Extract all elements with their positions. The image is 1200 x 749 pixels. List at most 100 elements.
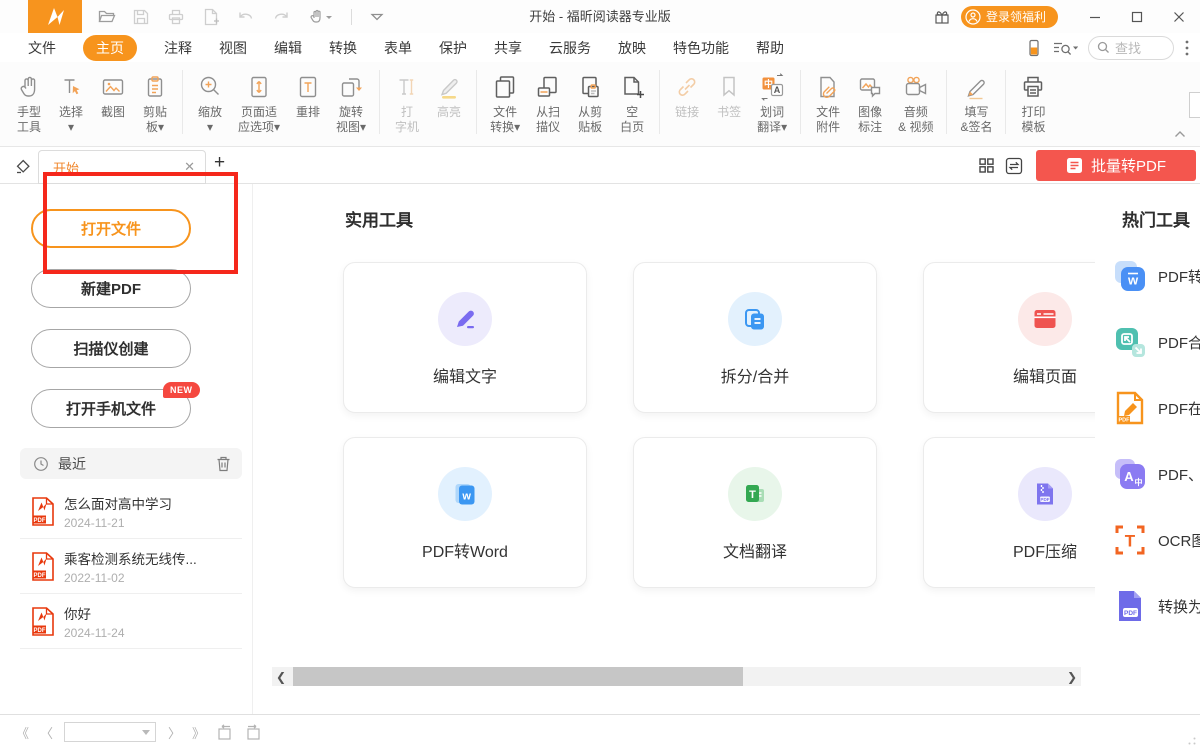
next-page-icon[interactable]: 〉	[168, 723, 180, 742]
batch-convert-pdf-button[interactable]: 批量转PDF	[1036, 150, 1196, 181]
advanced-search-icon[interactable]	[1052, 40, 1078, 56]
blank-page-icon	[618, 72, 646, 102]
ribbon-link[interactable]: 链接	[666, 62, 708, 120]
tab-close-icon[interactable]: ✕	[184, 159, 195, 175]
close-button[interactable]	[1158, 0, 1200, 33]
hot-tool-convert-to-pdf[interactable]: PDF 转换为	[1112, 588, 1200, 624]
menu-file[interactable]: 文件	[28, 38, 56, 58]
minimize-button[interactable]	[1074, 0, 1116, 33]
redo-icon[interactable]	[271, 7, 291, 27]
ribbon-convert-file[interactable]: 文件 转换▾	[483, 62, 527, 135]
first-page-icon[interactable]: 《	[16, 723, 28, 742]
new-document-icon[interactable]	[201, 7, 221, 27]
tab-start[interactable]: 开始 ✕	[38, 150, 206, 184]
menu-features[interactable]: 特色功能	[673, 38, 729, 58]
ribbon-hand-tool[interactable]: 手型 工具	[8, 62, 50, 135]
save-icon[interactable]	[131, 7, 151, 27]
hot-tool-pdf-merge[interactable]: PDF合	[1112, 324, 1200, 360]
menu-presentation[interactable]: 放映	[618, 38, 646, 58]
menu-view[interactable]: 视图	[219, 38, 247, 58]
next-view-icon[interactable]	[245, 724, 262, 741]
last-page-icon[interactable]: 》	[192, 723, 204, 742]
mobile-phone-icon[interactable]	[1026, 39, 1042, 57]
ribbon-print-template[interactable]: 打印 模板	[1012, 62, 1054, 135]
ribbon-fill-sign[interactable]: 填写 &签名	[953, 62, 999, 135]
login-button[interactable]: 登录领福利	[961, 6, 1058, 28]
scroll-right-icon[interactable]: ❯	[1063, 670, 1081, 684]
svg-text:A: A	[774, 85, 781, 95]
scanner-create-button[interactable]: 扫描仪创建	[31, 329, 191, 368]
hidden-panel-handle[interactable]	[1189, 92, 1200, 118]
new-tab-icon[interactable]: +	[214, 152, 225, 174]
gift-icon[interactable]	[929, 6, 955, 28]
customize-toolbar-icon[interactable]	[367, 7, 387, 27]
ribbon-clipboard[interactable]: 剪贴 板▾	[134, 62, 176, 135]
create-pdf-button[interactable]: 新建PDF	[31, 269, 191, 308]
page-number-combobox[interactable]	[64, 722, 156, 742]
hot-tool-pdf-to-word[interactable]: w PDF转	[1112, 258, 1200, 294]
snapshot-icon	[99, 72, 127, 102]
ribbon-audio-video[interactable]: 音频 & 视频	[891, 62, 940, 135]
scroll-left-icon[interactable]: ❮	[272, 670, 290, 684]
menu-edit[interactable]: 编辑	[274, 38, 302, 58]
recent-file-row[interactable]: PDF 怎么面对高中学习 2024-11-21	[0, 484, 253, 539]
search-input[interactable]: 查找	[1088, 36, 1174, 60]
hot-tool-pdf-translate[interactable]: A中 PDF、	[1112, 456, 1200, 492]
ribbon-zoom[interactable]: 缩放 ▾	[189, 62, 231, 135]
ribbon-typewriter[interactable]: 打 字机	[386, 62, 428, 135]
ribbon-select-tool[interactable]: 选择 ▾	[50, 62, 92, 135]
recent-file-row[interactable]: PDF 你好 2024-11-24	[0, 594, 253, 649]
menu-protect[interactable]: 保护	[439, 38, 467, 58]
ribbon-file-attachment[interactable]: 文件 附件	[807, 62, 849, 135]
recent-file-row[interactable]: PDF 乘客检测系统无线传... 2022-11-02	[0, 539, 253, 594]
menu-form[interactable]: 表单	[384, 38, 412, 58]
undo-icon[interactable]	[236, 7, 256, 27]
scrollbar-thumb[interactable]	[293, 667, 743, 686]
ribbon-rotate-view[interactable]: 旋转 视图▾	[329, 62, 373, 135]
ribbon-reflow[interactable]: 重排	[287, 62, 329, 120]
horizontal-scrollbar[interactable]: ❮ ❯	[272, 667, 1081, 686]
bookmark-icon	[715, 72, 743, 102]
collapse-ribbon-icon[interactable]	[1174, 130, 1186, 138]
ribbon-snapshot[interactable]: 截图	[92, 62, 134, 120]
ribbon-highlight[interactable]: 高亮	[428, 62, 470, 120]
ribbon-bookmark[interactable]: 书签	[708, 62, 750, 120]
ribbon-page-fit[interactable]: 页面适 应选项▾	[231, 62, 287, 135]
card-doc-translate[interactable]: T 文档翻译	[633, 437, 877, 588]
ribbon-blank-page[interactable]: 空 白页	[611, 62, 653, 135]
more-options-icon[interactable]	[1184, 39, 1190, 57]
foxit-logo[interactable]	[28, 0, 82, 33]
clear-recent-trash-icon[interactable]	[216, 456, 231, 472]
open-file-icon[interactable]	[96, 7, 116, 27]
menu-home[interactable]: 主页	[83, 35, 137, 61]
menu-help[interactable]: 帮助	[756, 38, 784, 58]
edit-tabs-icon[interactable]	[14, 157, 32, 175]
card-edit-pages[interactable]: 编辑页面	[923, 262, 1095, 413]
svg-text:PDF: PDF	[1119, 418, 1131, 424]
tab-grid-view-icon[interactable]	[972, 152, 1000, 180]
hot-tool-ocr[interactable]: T OCR图	[1112, 522, 1200, 558]
card-split-merge[interactable]: 拆分/合并	[633, 262, 877, 413]
card-pdf-to-word[interactable]: w PDF转Word	[343, 437, 587, 588]
from-clipboard-icon	[576, 72, 604, 102]
card-pdf-compress[interactable]: PDF PDF压缩	[923, 437, 1095, 588]
hand-mode-icon[interactable]	[306, 7, 336, 27]
menu-comment[interactable]: 注释	[164, 38, 192, 58]
menu-convert[interactable]: 转换	[329, 38, 357, 58]
card-edit-text[interactable]: 编辑文字	[343, 262, 587, 413]
maximize-button[interactable]	[1116, 0, 1158, 33]
ribbon-image-annotation[interactable]: 图像 标注	[849, 62, 891, 135]
prev-page-icon[interactable]: 〈	[40, 723, 52, 742]
recent-file-date: 2024-11-21	[64, 516, 172, 530]
hot-tool-pdf-online-edit[interactable]: PDF PDF在	[1112, 390, 1200, 426]
ribbon-translate[interactable]: 中A 划词 翻译▾	[750, 62, 794, 135]
ribbon-from-clipboard[interactable]: 从剪 贴板	[569, 62, 611, 135]
menu-cloud[interactable]: 云服务	[549, 38, 591, 58]
menu-share[interactable]: 共享	[494, 38, 522, 58]
ribbon-from-scanner[interactable]: 从扫 描仪	[527, 62, 569, 135]
previous-view-icon[interactable]	[216, 724, 233, 741]
recent-title: 最近	[58, 454, 86, 474]
print-icon[interactable]	[166, 7, 186, 27]
tab-switch-icon[interactable]	[1000, 152, 1028, 180]
open-file-button[interactable]: 打开文件	[31, 209, 191, 248]
